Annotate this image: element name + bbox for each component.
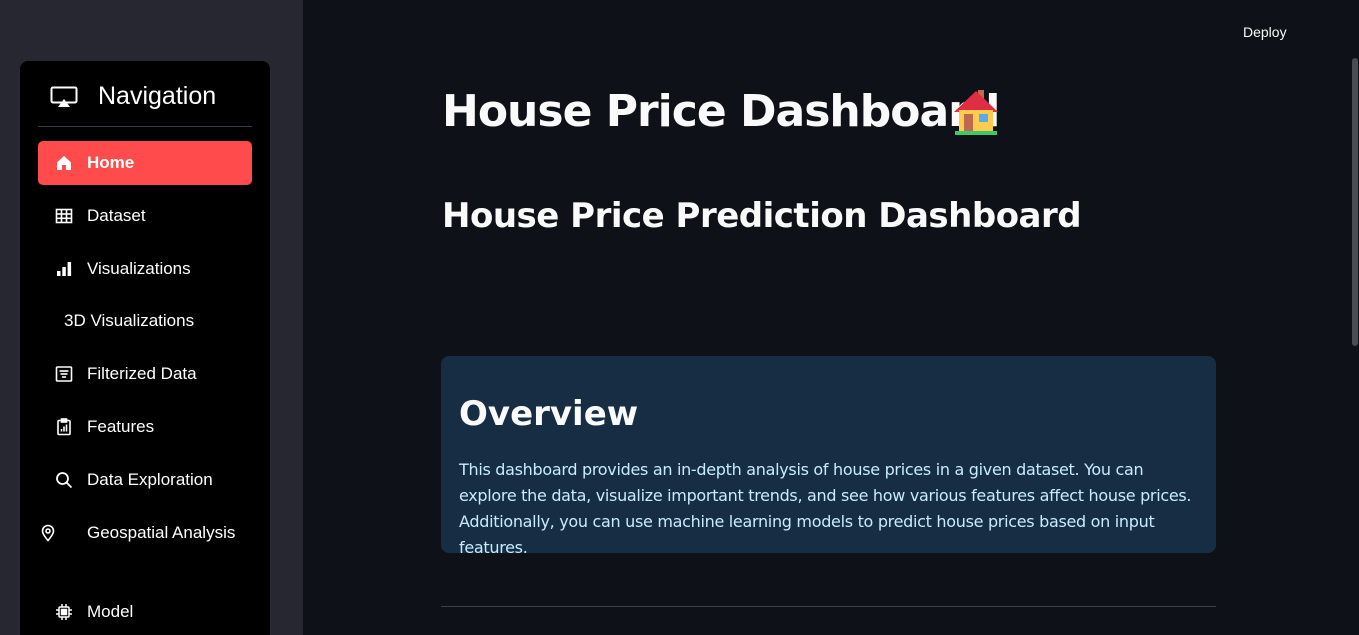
sidebar-item-visualizations[interactable]: Visualizations (38, 247, 252, 291)
sidebar-item-3d-visualizations[interactable]: 3D Visualizations (38, 299, 252, 343)
divider (441, 606, 1216, 607)
cast-icon (50, 86, 78, 107)
sidebar: Navigation Home Dataset Visualizations 3… (0, 0, 303, 635)
table-icon (54, 206, 74, 226)
cpu-icon (54, 602, 74, 622)
scrollbar[interactable] (1352, 58, 1358, 346)
navigation-header: Navigation (38, 61, 252, 127)
home-icon (54, 153, 74, 173)
house-icon (954, 90, 998, 135)
sidebar-item-data-exploration[interactable]: Data Exploration (38, 458, 252, 502)
deploy-button[interactable]: Deploy (1243, 24, 1287, 40)
clipboard-chart-icon (54, 417, 74, 437)
filter-list-icon (54, 364, 74, 384)
app-window: Navigation Home Dataset Visualizations 3… (0, 0, 1359, 635)
sidebar-item-geospatial-analysis[interactable]: Geospatial Analysis (38, 513, 252, 573)
overview-title: Overview (459, 394, 639, 434)
overview-text: This dashboard provides an in-depth anal… (459, 460, 1192, 557)
search-icon (54, 470, 74, 490)
sidebar-item-model[interactable]: Model (38, 590, 252, 634)
sidebar-item-home[interactable]: Home (38, 141, 252, 185)
sidebar-item-dataset[interactable]: Dataset (38, 194, 252, 238)
page-title: House Price Dashboard (442, 86, 1000, 137)
page-subtitle: House Price Prediction Dashboard (442, 196, 1082, 236)
sidebar-item-features[interactable]: Features (38, 405, 252, 449)
overview-info-box: Overview This dashboard provides an in-d… (441, 356, 1216, 557)
sidebar-item-filterized-data[interactable]: Filterized Data (38, 352, 252, 396)
navigation-title: Navigation (98, 82, 217, 110)
map-pin-icon (38, 523, 58, 543)
navigation-menu: Navigation Home Dataset Visualizations 3… (20, 61, 270, 635)
bar-chart-icon (54, 259, 74, 279)
